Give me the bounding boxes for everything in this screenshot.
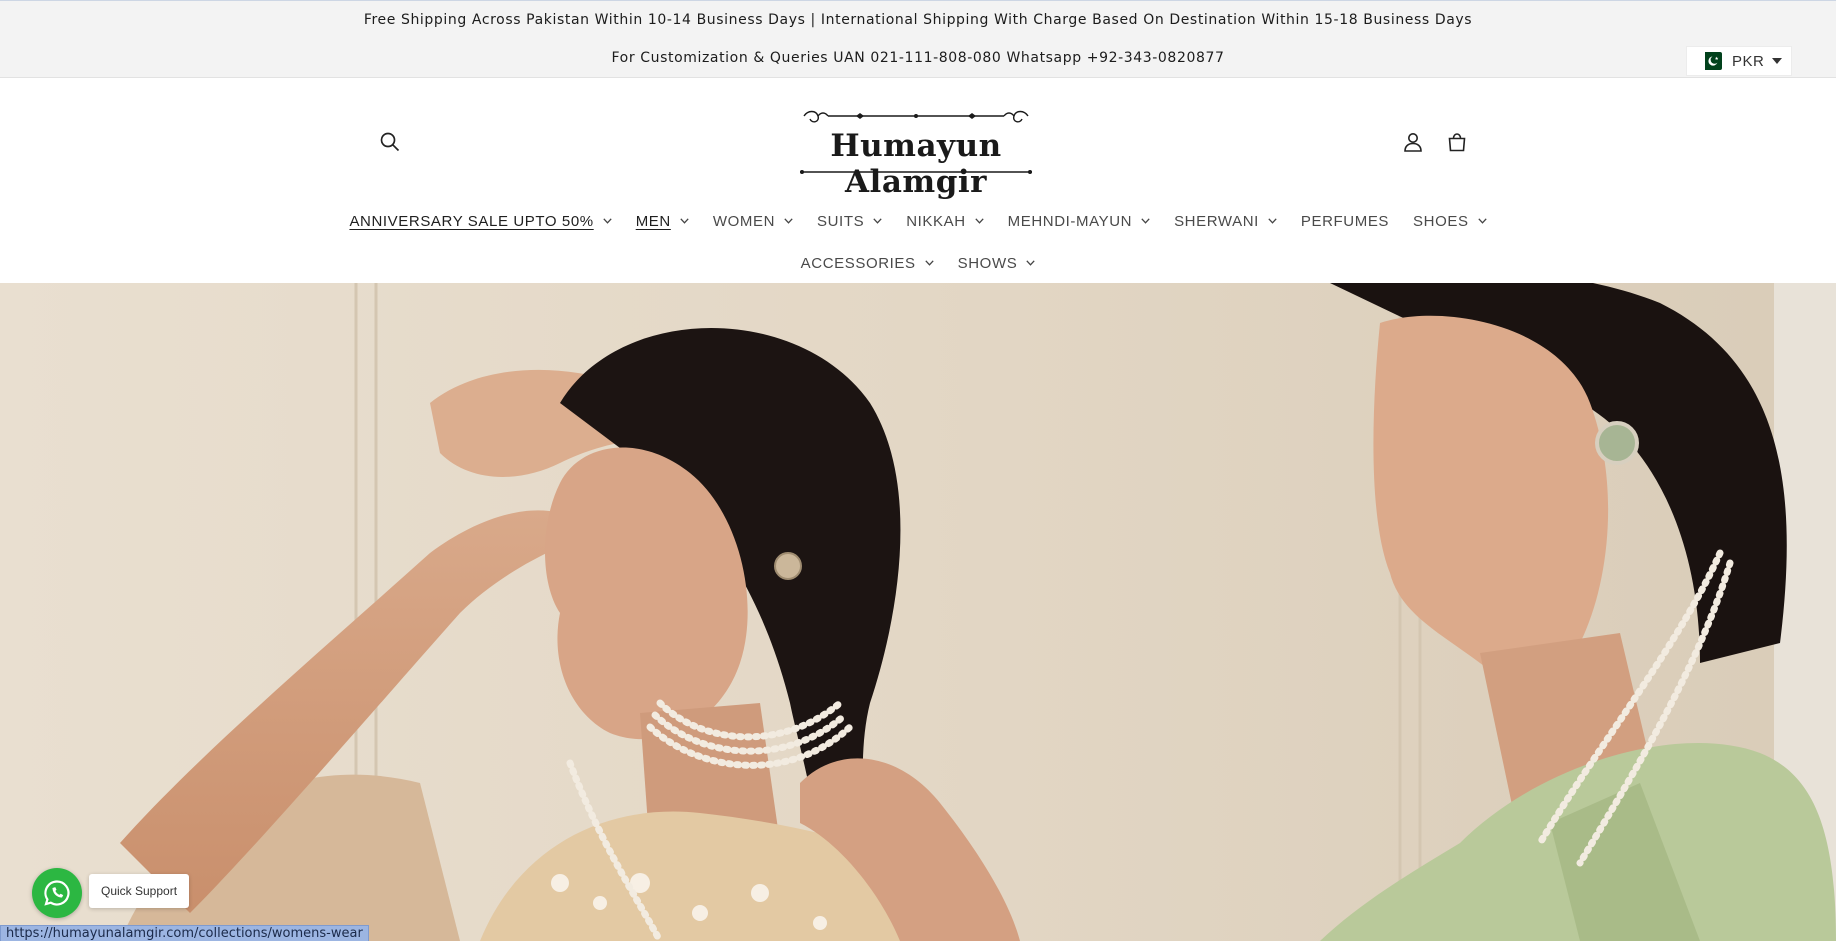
nav-item-label: ACCESSORIES (800, 254, 916, 272)
chevron-down-icon (1026, 260, 1035, 266)
nav-item-label: SHERWANI (1174, 212, 1259, 230)
chevron-down-icon (873, 218, 882, 224)
nav-item-label: WOMEN (712, 212, 776, 230)
nav-item-accessories[interactable]: ACCESSORIES (789, 248, 946, 278)
nav-item-shoes[interactable]: SHOES (1401, 206, 1499, 236)
announcement-contact-text: For Customization & Queries UAN 021-111-… (611, 50, 1225, 66)
nav-item-anniversary-sale[interactable]: ANNIVERSARY SALE UPTO 50% (337, 206, 623, 236)
nav-item-nikkah[interactable]: NIKKAH (894, 206, 995, 236)
hero-banner-image[interactable] (0, 283, 1836, 941)
browser-status-url: https://humayunalamgir.com/collections/w… (0, 925, 369, 941)
nav-item-label: SHOES (1413, 212, 1469, 230)
nav-item-label: MEHNDI-MAYUN (1007, 212, 1133, 230)
quick-support-label[interactable]: Quick Support (89, 874, 190, 908)
caret-down-icon (1772, 58, 1783, 64)
chevron-down-icon (924, 260, 934, 266)
search-icon (380, 132, 400, 152)
brand-name: Humayun Alamgir (830, 128, 1002, 200)
chevron-down-icon (784, 218, 793, 224)
search-button[interactable] (375, 127, 405, 157)
nav-item-mehndi-mayun[interactable]: MEHNDI-MAYUN (996, 206, 1162, 236)
main-nav-row-2: ACCESSORIES SHOWS (0, 248, 1836, 278)
nav-item-label: MEN (635, 212, 671, 230)
announcement-shipping-text: Free Shipping Across Pakistan Within 10-… (363, 12, 1473, 28)
nav-item-sherwani[interactable]: SHERWANI (1162, 206, 1289, 236)
nav-item-label: ANNIVERSARY SALE UPTO 50% (349, 212, 594, 230)
cart-button[interactable] (1442, 127, 1472, 157)
nav-item-women[interactable]: WOMEN (701, 206, 805, 236)
nav-item-shows[interactable]: SHOWS (946, 248, 1048, 278)
chevron-down-icon (680, 218, 689, 224)
cart-icon (1448, 133, 1466, 152)
account-button[interactable] (1398, 127, 1428, 157)
page: Free Shipping Across Pakistan Within 10-… (0, 0, 1836, 941)
nav-item-men[interactable]: MEN (624, 206, 701, 236)
whatsapp-support-button[interactable] (32, 868, 82, 918)
nav-item-label: SHOWS (957, 254, 1018, 272)
chevron-down-icon (1268, 218, 1277, 224)
chevron-down-icon (974, 218, 984, 224)
main-nav-row-1: ANNIVERSARY SALE UPTO 50% MEN WOMEN SUIT… (0, 206, 1836, 236)
currency-selector[interactable]: PKR (1686, 46, 1792, 76)
hero-photo-illustration (0, 283, 1836, 941)
nav-item-perfumes[interactable]: PERFUMES (1289, 206, 1401, 236)
chevron-down-icon (1477, 218, 1487, 224)
brand-logo[interactable]: Humayun Alamgir (796, 106, 1036, 200)
account-icon (1404, 133, 1422, 152)
nav-item-label: PERFUMES (1300, 212, 1390, 230)
currency-code: PKR (1732, 52, 1765, 70)
nav-item-suits[interactable]: SUITS (805, 206, 894, 236)
announcement-bar-contact: For Customization & Queries UAN 021-111-… (0, 39, 1836, 78)
site-header: Humayun Alamgir ANNIVERSARY SALE UPTO 50… (0, 78, 1836, 283)
nav-item-label: NIKKAH (906, 212, 966, 230)
whatsapp-icon (44, 880, 70, 906)
pakistan-flag-icon (1700, 52, 1722, 70)
chevron-down-icon (603, 218, 612, 224)
announcement-bar-shipping: Free Shipping Across Pakistan Within 10-… (0, 0, 1836, 40)
chevron-down-icon (1141, 218, 1150, 224)
nav-item-label: SUITS (817, 212, 865, 230)
